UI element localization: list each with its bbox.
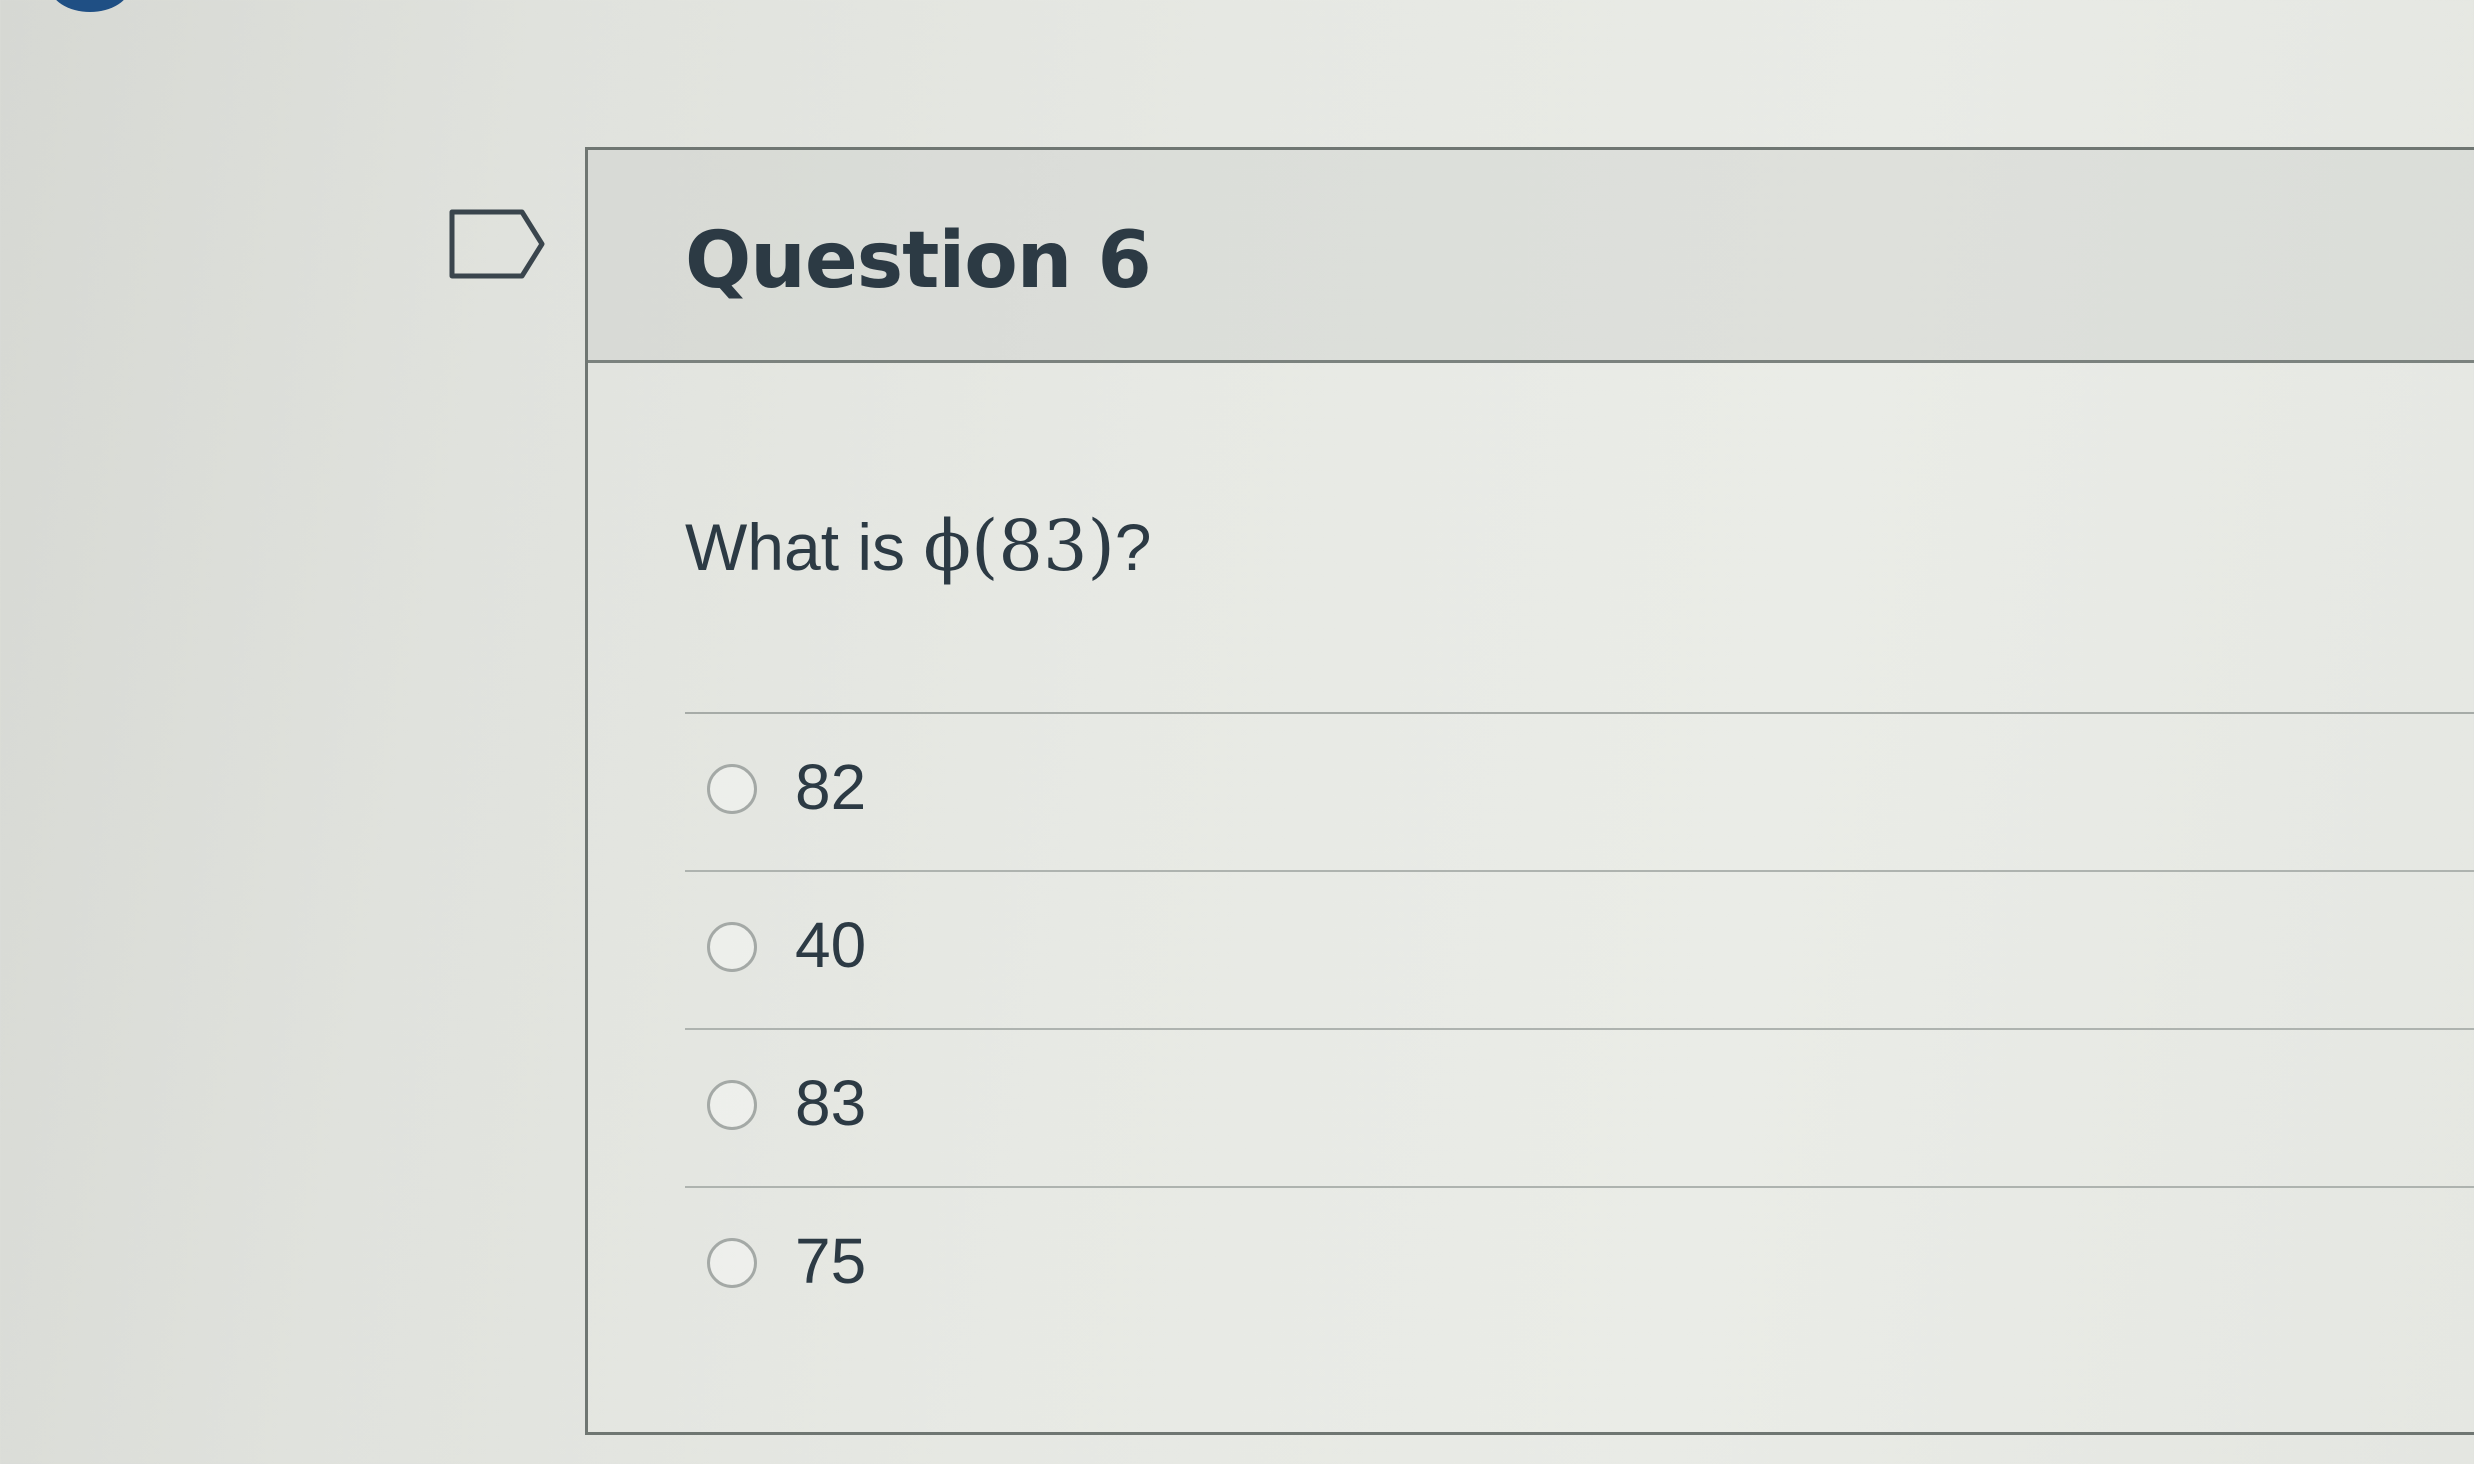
question-prompt-suffix: ? <box>1114 510 1152 584</box>
question-prompt-prefix: What is <box>685 510 924 584</box>
answer-option[interactable]: 75 <box>685 1188 2474 1344</box>
answer-radio-button[interactable] <box>707 764 757 814</box>
answer-option[interactable]: 83 <box>685 1030 2474 1188</box>
question-title: Question 6 <box>685 216 1152 306</box>
answer-label[interactable]: 75 <box>795 1224 866 1298</box>
question-panel: Question 6 What is ϕ(83)? 82 40 83 75 <box>585 147 2474 1435</box>
flag-question-icon[interactable] <box>448 208 548 280</box>
question-text: What is ϕ(83)? <box>685 505 1152 587</box>
answer-list: 82 40 83 75 <box>685 714 2474 1344</box>
answer-option[interactable]: 40 <box>685 872 2474 1030</box>
corner-badge <box>50 0 130 12</box>
question-math-expression: ϕ(83) <box>923 505 1115 587</box>
answer-radio-button[interactable] <box>707 1238 757 1288</box>
answer-label[interactable]: 83 <box>795 1066 866 1140</box>
answer-radio-button[interactable] <box>707 922 757 972</box>
answer-label[interactable]: 82 <box>795 750 866 824</box>
answer-radio-button[interactable] <box>707 1080 757 1130</box>
answer-label[interactable]: 40 <box>795 908 866 982</box>
answer-option[interactable]: 82 <box>685 714 2474 872</box>
question-header: Question 6 <box>588 150 2474 363</box>
